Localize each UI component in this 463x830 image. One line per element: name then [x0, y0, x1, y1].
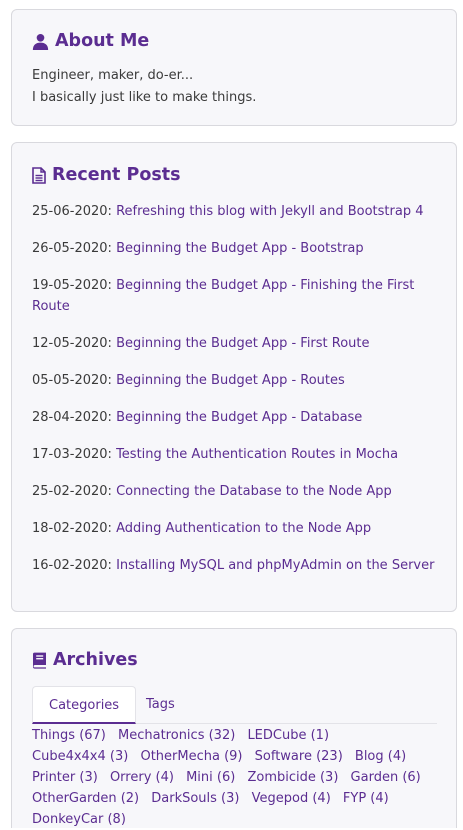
post-link[interactable]: Adding Authentication to the Node App	[116, 521, 371, 536]
post-date: 12-05-2020:	[32, 336, 112, 351]
archives-card: Archives Categories Tags Things (67) Mec…	[11, 628, 457, 828]
category-list: Things (67) Mechatronics (32) LEDCube (1…	[32, 725, 442, 830]
category-link[interactable]: DonkeyCar (8)	[32, 812, 126, 827]
category-link[interactable]: Printer (3)	[32, 770, 98, 785]
post-date: 25-02-2020:	[32, 484, 112, 499]
recent-posts-heading: Recent Posts	[32, 165, 181, 185]
post-item: 25-02-2020: Connecting the Database to t…	[32, 481, 437, 502]
recent-posts-title: Recent Posts	[52, 165, 181, 185]
about-text: Engineer, maker, do-er... I basically ju…	[32, 65, 256, 109]
post-link[interactable]: Beginning the Budget App - Database	[116, 410, 362, 425]
post-list: 25-06-2020: Refreshing this blog with Je…	[32, 201, 437, 592]
category-link[interactable]: Zombicide (3)	[247, 770, 338, 785]
post-link[interactable]: Connecting the Database to the Node App	[116, 484, 392, 499]
category-link[interactable]: Mechatronics (32)	[118, 728, 235, 743]
category-link[interactable]: Software (23)	[255, 749, 343, 764]
post-date: 16-02-2020:	[32, 558, 112, 573]
archive-tabs: Categories Tags	[32, 686, 437, 724]
post-link[interactable]: Testing the Authentication Routes in Moc…	[116, 447, 398, 462]
recent-posts-card: Recent Posts 25-06-2020: Refreshing this…	[11, 142, 457, 612]
category-link[interactable]: Vegepod (4)	[252, 791, 331, 806]
post-item: 05-05-2020: Beginning the Budget App - R…	[32, 370, 437, 391]
post-link[interactable]: Beginning the Budget App - First Route	[116, 336, 369, 351]
post-link[interactable]: Refreshing this blog with Jekyll and Boo…	[116, 204, 423, 219]
category-link[interactable]: OtherGarden (2)	[32, 791, 139, 806]
post-item: 19-05-2020: Beginning the Budget App - F…	[32, 275, 437, 317]
post-item: 28-04-2020: Beginning the Budget App - D…	[32, 407, 437, 428]
post-date: 19-05-2020:	[32, 278, 112, 293]
book-icon	[32, 652, 47, 669]
post-date: 17-03-2020:	[32, 447, 112, 462]
category-link[interactable]: Mini (6)	[186, 770, 235, 785]
category-link[interactable]: Cube4x4x4 (3)	[32, 749, 128, 764]
tab-categories[interactable]: Categories	[32, 686, 137, 724]
tab-tags[interactable]: Tags	[130, 686, 191, 724]
archives-title: Archives	[53, 650, 138, 670]
about-line-1: Engineer, maker, do-er...	[32, 68, 194, 83]
about-title: About Me	[55, 31, 150, 51]
post-date: 25-06-2020:	[32, 204, 112, 219]
about-card: About Me Engineer, maker, do-er... I bas…	[11, 9, 457, 126]
category-link[interactable]: Blog (4)	[355, 749, 406, 764]
post-date: 28-04-2020:	[32, 410, 112, 425]
category-link[interactable]: Garden (6)	[351, 770, 421, 785]
post-link[interactable]: Installing MySQL and phpMyAdmin on the S…	[116, 558, 434, 573]
post-date: 26-05-2020:	[32, 241, 112, 256]
archives-heading: Archives	[32, 650, 138, 670]
file-text-icon	[32, 166, 46, 184]
post-item: 18-02-2020: Adding Authentication to the…	[32, 518, 437, 539]
category-link[interactable]: LEDCube (1)	[247, 728, 329, 743]
user-icon	[32, 33, 49, 50]
about-line-2: I basically just like to make things.	[32, 90, 257, 105]
post-link[interactable]: Beginning the Budget App - Routes	[116, 373, 345, 388]
category-link[interactable]: Orrery (4)	[110, 770, 174, 785]
category-link[interactable]: OtherMecha (9)	[140, 749, 242, 764]
post-link[interactable]: Beginning the Budget App - Bootstrap	[116, 241, 364, 256]
post-date: 05-05-2020:	[32, 373, 112, 388]
category-link[interactable]: DarkSouls (3)	[151, 791, 239, 806]
category-link[interactable]: FYP (4)	[343, 791, 389, 806]
category-link[interactable]: Things (67)	[32, 728, 106, 743]
about-heading: About Me	[32, 31, 149, 51]
post-item: 12-05-2020: Beginning the Budget App - F…	[32, 333, 437, 354]
post-item: 25-06-2020: Refreshing this blog with Je…	[32, 201, 437, 222]
post-item: 16-02-2020: Installing MySQL and phpMyAd…	[32, 555, 437, 576]
post-item: 26-05-2020: Beginning the Budget App - B…	[32, 238, 437, 259]
post-date: 18-02-2020:	[32, 521, 112, 536]
post-item: 17-03-2020: Testing the Authentication R…	[32, 444, 437, 465]
